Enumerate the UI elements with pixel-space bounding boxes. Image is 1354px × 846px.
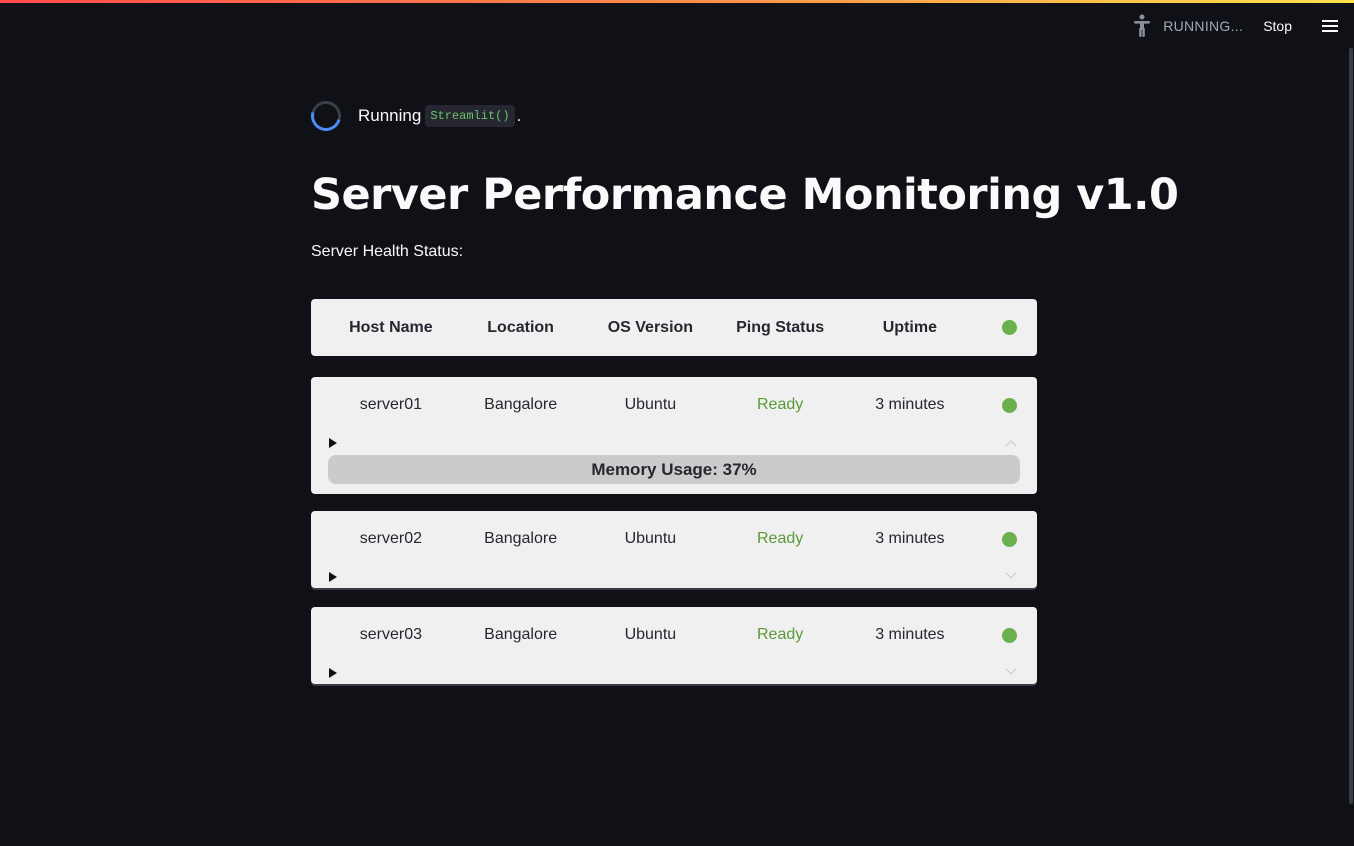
os-version: Ubuntu (624, 530, 677, 547)
os-version: Ubuntu (624, 396, 677, 413)
header-uptime: Uptime (882, 318, 937, 336)
memory-usage-bar: Memory Usage: 37% (328, 455, 1020, 484)
chevron-down-icon[interactable] (1005, 663, 1017, 675)
uptime: 3 minutes (875, 626, 945, 643)
memory-usage-label: Memory Usage: 37% (591, 459, 757, 479)
loading-spinner-icon (305, 95, 347, 137)
play-triangle-icon[interactable] (329, 572, 337, 582)
top-progress-accent (0, 0, 1354, 3)
server-card-server01: server01 Bangalore Ubuntu Ready 3 minute… (311, 377, 1037, 494)
accessibility-icon (1131, 13, 1153, 39)
header-host-name: Host Name (349, 318, 433, 336)
chevron-up-icon[interactable] (1005, 440, 1017, 452)
running-status-line: Running Streamlit() . (305, 95, 522, 137)
play-triangle-icon[interactable] (329, 668, 337, 678)
ping-status: Ready (757, 530, 804, 547)
header-location: Location (487, 318, 554, 336)
location: Bangalore (484, 530, 558, 547)
stop-button[interactable]: Stop (1263, 18, 1292, 34)
status-dot-icon (1002, 627, 1018, 643)
status-dot-icon (1002, 397, 1018, 413)
location: Bangalore (484, 396, 558, 413)
running-label: Running (358, 106, 422, 125)
host-name: server02 (359, 530, 422, 547)
ping-status: Ready (757, 396, 804, 413)
server-card-server03: server03 Bangalore Ubuntu Ready 3 minute… (311, 607, 1037, 684)
expander-toggle[interactable] (311, 567, 1037, 589)
server-card-server02: server02 Bangalore Ubuntu Ready 3 minute… (311, 511, 1037, 588)
play-triangle-icon[interactable] (329, 438, 337, 448)
status-dot-icon (1002, 320, 1018, 335)
top-toolbar: RUNNING... Stop (1131, 12, 1340, 40)
uptime: 3 minutes (875, 530, 945, 547)
running-code: Streamlit() (425, 105, 515, 127)
header-ping-status: Ping Status (736, 318, 825, 336)
expander-toggle[interactable] (311, 433, 1037, 455)
expander-toggle[interactable] (311, 663, 1037, 685)
header-os-version: OS Version (607, 318, 694, 336)
hamburger-menu-icon[interactable] (1320, 16, 1340, 36)
uptime: 3 minutes (875, 396, 945, 413)
page-scrollbar[interactable] (1349, 48, 1353, 804)
table-header: Host Name Location OS Version Ping Statu… (311, 299, 1037, 356)
page-title: Server Performance Monitoring v1.0 (311, 170, 1179, 220)
run-status-text: RUNNING... (1163, 18, 1244, 34)
chevron-down-icon[interactable] (1005, 567, 1017, 579)
page-subtitle: Server Health Status: (311, 243, 464, 260)
status-dot-icon (1002, 531, 1018, 547)
location: Bangalore (484, 626, 558, 643)
os-version: Ubuntu (624, 626, 677, 643)
host-name: server01 (359, 396, 422, 413)
host-name: server03 (359, 626, 422, 643)
running-suffix: . (516, 106, 522, 125)
ping-status: Ready (757, 626, 804, 643)
